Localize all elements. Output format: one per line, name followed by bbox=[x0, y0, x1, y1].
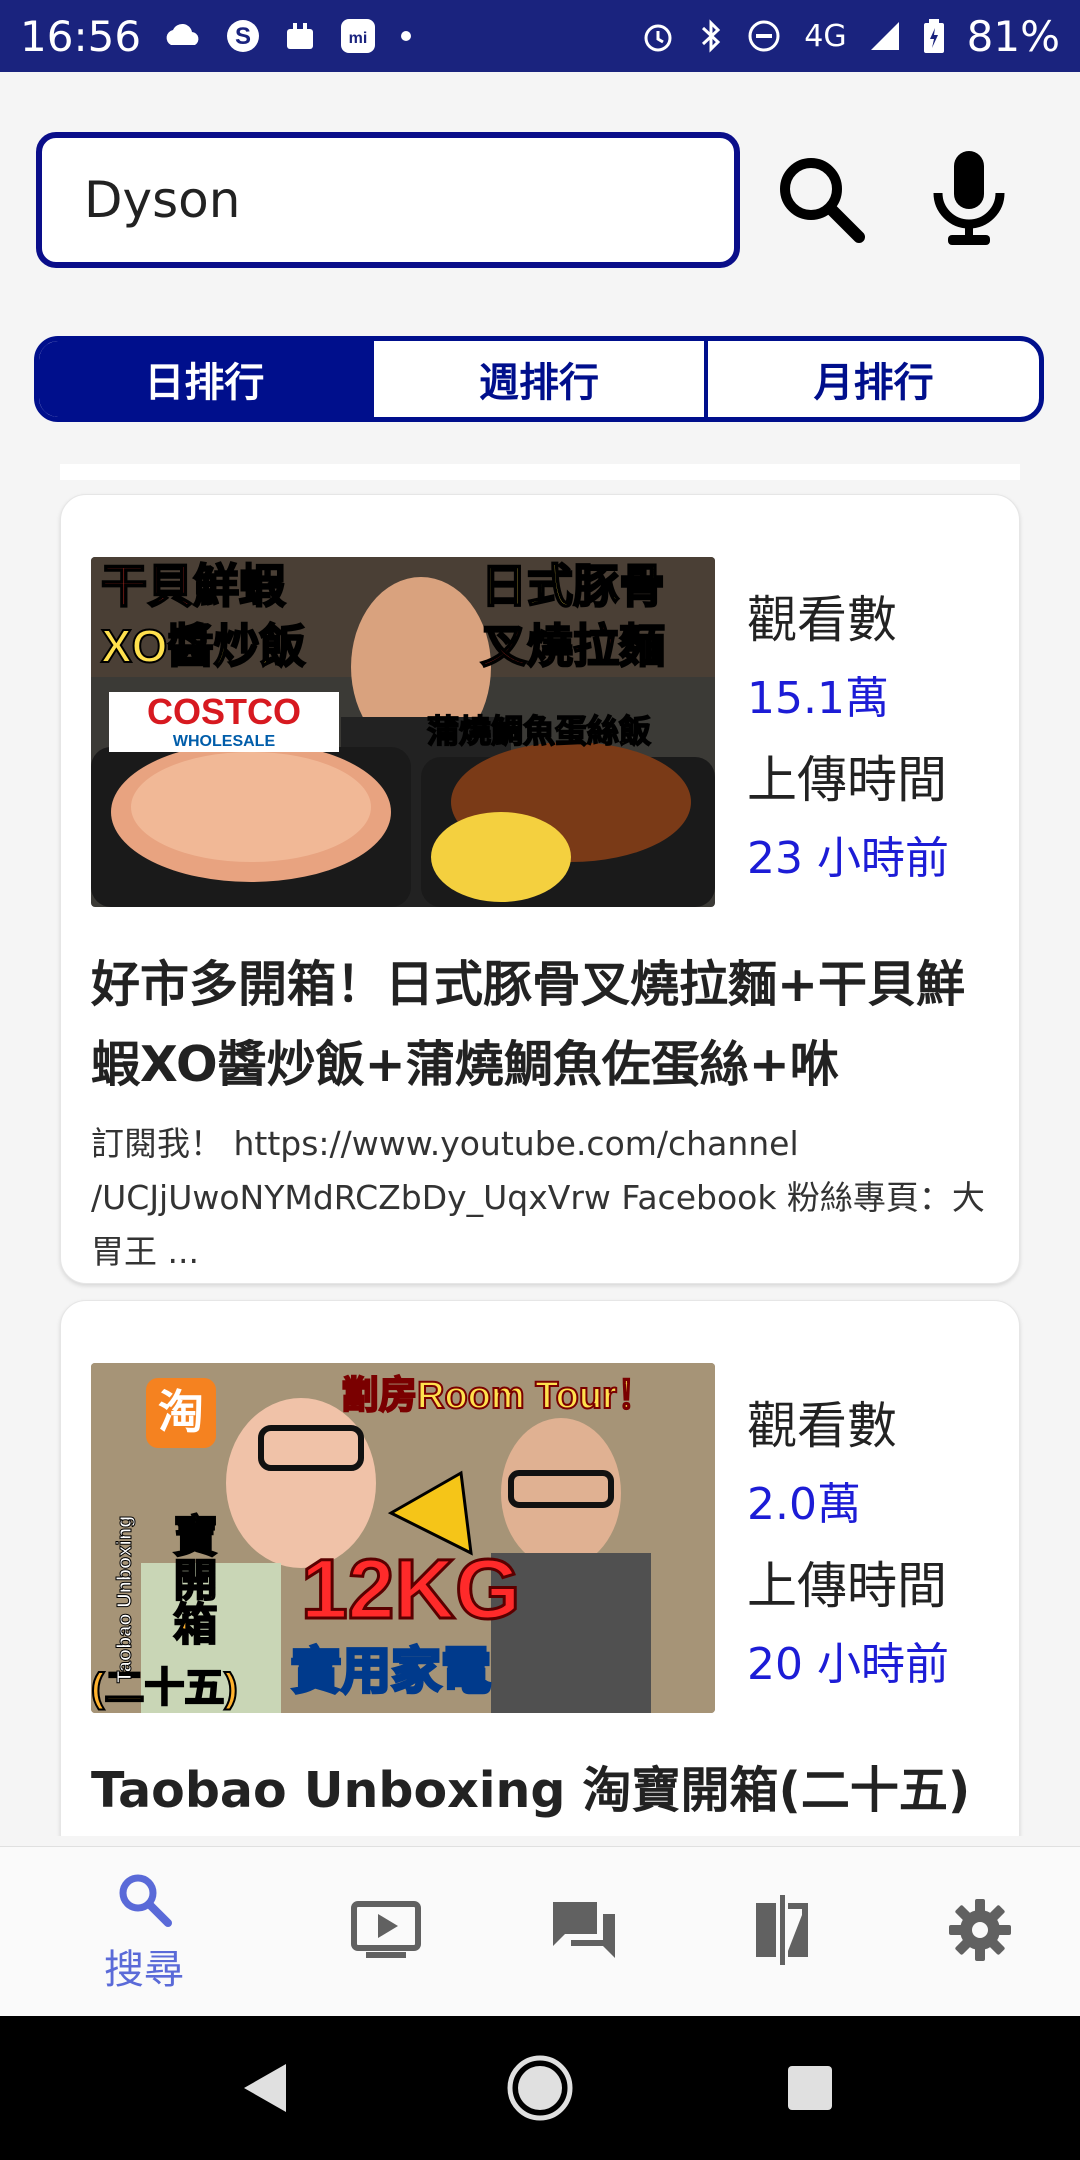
microphone-icon bbox=[924, 149, 1014, 253]
tab-daily[interactable]: 日排行 bbox=[39, 341, 370, 417]
thumb-text-weight: 12KG bbox=[301, 1542, 520, 1636]
search-button[interactable] bbox=[766, 146, 876, 256]
video-card[interactable]: COSTCO WHOLESALE 干貝鮮蝦 XO醬炒飯 日式豚骨 叉燒拉麵 蒲燒… bbox=[60, 494, 1020, 1284]
thumb-brand-bottom: WHOLESALE bbox=[173, 733, 276, 750]
app-box-icon bbox=[283, 19, 317, 53]
thumb-text-side: Taobao Unboxing bbox=[114, 1516, 136, 1683]
back-icon[interactable] bbox=[240, 2062, 290, 2118]
search-icon bbox=[771, 149, 871, 253]
signal-icon bbox=[869, 20, 901, 52]
compare-icon bbox=[750, 1895, 814, 1969]
alarm-icon bbox=[640, 18, 676, 54]
settings-icon bbox=[947, 1897, 1013, 1967]
thumb-text-bottom: 實用家電 bbox=[291, 1643, 491, 1699]
views-value: 2.0萬 bbox=[747, 1479, 861, 1530]
thumb-text-right-top: 日式豚骨 bbox=[481, 560, 665, 612]
status-time: 16:56 bbox=[20, 11, 142, 61]
svg-text:S: S bbox=[235, 23, 251, 50]
upload-value: 23 小時前 bbox=[747, 833, 949, 884]
thumb-badge: 淘 bbox=[158, 1386, 204, 1438]
nav-chat[interactable] bbox=[476, 1847, 692, 2017]
video-icon bbox=[350, 1898, 422, 1966]
nav-settings[interactable] bbox=[872, 1847, 1080, 2017]
bottom-navigation: 搜尋 bbox=[0, 1846, 1080, 2017]
video-title[interactable]: 好市多開箱！日式豚骨叉燒拉麵+干貝鮮蝦XO醬炒飯+蒲燒鯛魚佐蛋絲+咻 bbox=[91, 945, 1001, 1105]
thumb-text-left-top: 干貝鮮蝦 bbox=[101, 560, 286, 612]
dnd-icon bbox=[746, 18, 782, 54]
upload-value: 20 小時前 bbox=[747, 1639, 949, 1690]
video-card[interactable]: 淘 劏房Room Tour！ 12KG 實用家電 (二十五) 寶開箱 Taoba… bbox=[60, 1300, 1020, 1836]
cloud-icon bbox=[163, 21, 203, 51]
video-list[interactable]: COSTCO WHOLESALE 干貝鮮蝦 XO醬炒飯 日式豚骨 叉燒拉麵 蒲燒… bbox=[0, 490, 1080, 1836]
thumb-text-left-bottom: (二十五) bbox=[91, 1666, 238, 1710]
search-input[interactable]: Dyson bbox=[36, 132, 740, 268]
video-description: 訂閱我！ https://www.youtube.com/channel /UC… bbox=[91, 1124, 985, 1271]
bluetooth-icon bbox=[698, 18, 724, 54]
thumb-text-vertical: 寶開箱 bbox=[167, 1513, 218, 1645]
thumb-text-left-mid: XO醬炒飯 bbox=[101, 620, 305, 672]
upload-label: 上傳時間 bbox=[747, 751, 947, 809]
search-icon bbox=[114, 1869, 174, 1933]
network-type: 4G bbox=[804, 18, 847, 54]
upload-label: 上傳時間 bbox=[747, 1557, 947, 1615]
tab-monthly[interactable]: 月排行 bbox=[704, 341, 1039, 417]
voice-search-button[interactable] bbox=[914, 146, 1024, 256]
tab-weekly[interactable]: 週排行 bbox=[369, 341, 705, 417]
previous-card-edge bbox=[60, 464, 1020, 480]
nav-compare[interactable] bbox=[674, 1847, 890, 2017]
app-s-icon: S bbox=[225, 18, 261, 54]
thumb-text-top: 劏房Room Tour！ bbox=[341, 1375, 655, 1417]
nav-search-label: 搜尋 bbox=[104, 1947, 184, 1993]
battery-level: 81% bbox=[966, 11, 1060, 61]
system-navigation-bar bbox=[0, 2016, 1080, 2160]
notification-dot-icon bbox=[399, 29, 413, 43]
nav-video[interactable] bbox=[278, 1847, 494, 2017]
views-value: 15.1萬 bbox=[747, 673, 889, 724]
video-thumbnail[interactable]: 淘 劏房Room Tour！ 12KG 實用家電 (二十五) 寶開箱 Taoba… bbox=[91, 1363, 715, 1713]
video-meta: 觀看數 2.0萬 上傳時間 20 小時前 bbox=[747, 1395, 1007, 1715]
thumb-text-right-mid: 叉燒拉麵 bbox=[481, 620, 665, 672]
ranking-tabs: 日排行 週排行 月排行 bbox=[34, 336, 1044, 422]
video-thumbnail[interactable]: COSTCO WHOLESALE 干貝鮮蝦 XO醬炒飯 日式豚骨 叉燒拉麵 蒲燒… bbox=[91, 557, 715, 907]
chat-icon bbox=[549, 1898, 619, 1966]
video-title[interactable]: Taobao Unboxing 淘寶開箱(二十五) bbox=[91, 1751, 1001, 1831]
views-label: 觀看數 bbox=[747, 1397, 897, 1455]
home-icon[interactable] bbox=[506, 2054, 574, 2126]
svg-text:mi: mi bbox=[349, 30, 368, 47]
thumb-text-right-bottom: 蒲燒鯛魚蛋絲飯 bbox=[427, 713, 651, 749]
recents-icon[interactable] bbox=[786, 2064, 834, 2116]
app-mi-icon: mi bbox=[339, 17, 377, 55]
status-bar: 16:56 S mi 4G 81% bbox=[0, 0, 1080, 72]
nav-search[interactable]: 搜尋 bbox=[36, 1847, 252, 2017]
views-label: 觀看數 bbox=[747, 591, 897, 649]
video-meta: 觀看數 15.1萬 上傳時間 23 小時前 bbox=[747, 589, 1007, 909]
battery-icon bbox=[923, 18, 945, 54]
thumb-brand-top: COSTCO bbox=[147, 691, 301, 732]
search-row: Dyson bbox=[36, 132, 1044, 274]
